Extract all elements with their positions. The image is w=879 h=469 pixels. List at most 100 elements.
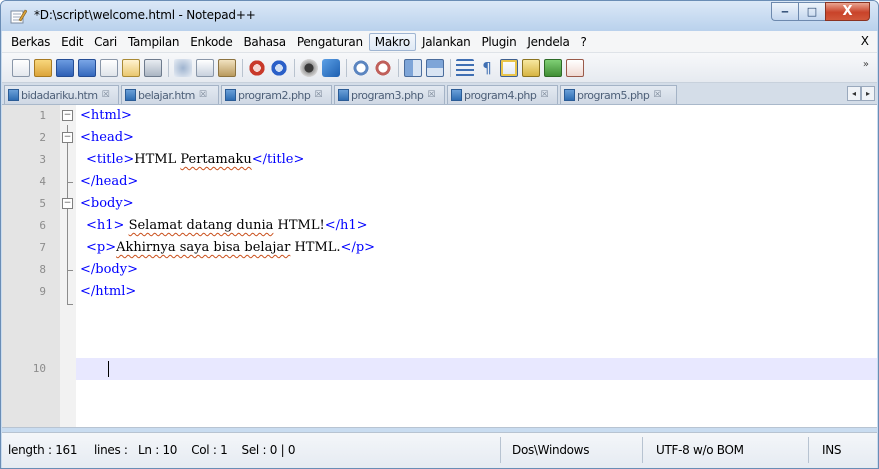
code-text: </html> (80, 284, 136, 299)
redo-icon[interactable] (270, 59, 288, 77)
line-number: 5 (39, 197, 46, 210)
indent-guide-icon[interactable] (500, 59, 518, 77)
menu-pengaturan[interactable]: Pengaturan (292, 34, 368, 50)
tab-program3[interactable]: program3.php ☒ (334, 85, 445, 104)
tab-close-icon[interactable]: ☒ (199, 90, 207, 100)
code-tag: </p> (340, 240, 376, 255)
save-all-icon[interactable] (78, 59, 96, 77)
function-list-icon[interactable] (566, 59, 584, 77)
sync-horizontal-icon[interactable] (426, 59, 444, 77)
status-bar: length : 161 lines : Ln : 10 Col : 1 Sel… (2, 432, 877, 468)
menu-cari[interactable]: Cari (89, 34, 122, 50)
line-number: 8 (39, 263, 46, 276)
paste-icon[interactable] (218, 59, 236, 77)
maximize-button[interactable]: □ (798, 2, 825, 21)
code-content: HTML. (290, 240, 341, 255)
tab-scroll-right-icon[interactable]: ▸ (861, 86, 875, 101)
minimize-icon: ‒ (781, 5, 789, 18)
close-all-icon[interactable] (122, 59, 140, 77)
toolbar-separator (168, 59, 169, 77)
title-bar[interactable]: *D:\script\welcome.html - Notepad++ ‒ □ … (1, 1, 878, 31)
code-tag: </head> (80, 174, 139, 189)
doc-map-icon[interactable] (544, 59, 562, 77)
menu-bahasa[interactable]: Bahasa (238, 34, 290, 50)
tab-program2[interactable]: program2.php ☒ (221, 85, 332, 104)
code-line: 9 </html> (2, 281, 877, 303)
menu-enkode[interactable]: Enkode (185, 34, 237, 50)
tab-close-icon[interactable]: ☒ (653, 90, 661, 100)
find-icon[interactable] (300, 59, 318, 77)
code-text: <head> (80, 130, 134, 145)
tab-bidadariku[interactable]: bidadariku.htm ☒ (4, 85, 119, 104)
save-icon[interactable] (56, 59, 74, 77)
status-separator (500, 437, 501, 463)
code-line: 10 (2, 358, 877, 380)
close-button[interactable]: X (825, 2, 870, 21)
menu-bar: Berkas Edit Cari Tampilan Enkode Bahasa … (2, 31, 877, 53)
tab-program4[interactable]: program4.php ☒ (447, 85, 558, 104)
print-icon[interactable] (144, 59, 162, 77)
document-tab-bar: bidadariku.htm ☒ belajar.htm ☒ program2.… (2, 83, 877, 105)
menu-jalankan[interactable]: Jalankan (417, 34, 475, 50)
code-text: <h1> Selamat datang dunia HTML!</h1> (86, 218, 368, 233)
line-number: 9 (39, 285, 46, 298)
tab-program5[interactable]: program5.php ☒ (560, 85, 677, 104)
tab-label: program4.php (464, 88, 537, 102)
user-language-icon[interactable] (522, 59, 540, 77)
fold-minus-icon[interactable]: − (62, 132, 73, 143)
code-tag: <html> (80, 108, 132, 123)
code-line: 3 <title>HTML Pertamaku</title> (2, 149, 877, 171)
menu-edit[interactable]: Edit (56, 34, 88, 50)
code-line: 6 <h1> Selamat datang dunia HTML!</h1> (2, 215, 877, 237)
replace-icon[interactable] (322, 59, 340, 77)
zoom-in-icon[interactable] (352, 59, 370, 77)
code-tag: </h1> (324, 218, 368, 233)
close-icon[interactable] (100, 59, 118, 77)
code-tag: <body> (80, 196, 134, 211)
copy-icon[interactable] (196, 59, 214, 77)
line-number: 1 (39, 109, 46, 122)
tab-scroll-left-icon[interactable]: ◂ (847, 86, 861, 101)
close-document-button[interactable]: X (861, 34, 869, 48)
menu-jendela[interactable]: Jendela (522, 34, 574, 50)
maximize-icon: □ (806, 5, 818, 18)
fold-minus-icon[interactable]: − (62, 198, 73, 209)
code-editor[interactable]: 1 − <html> 2 − <head> 3 <title>HTML Pert… (2, 105, 877, 428)
toolbar: ¶ » (2, 53, 877, 83)
tab-close-icon[interactable]: ☒ (102, 90, 110, 100)
new-file-icon[interactable] (12, 59, 30, 77)
menu-makro[interactable]: Makro (368, 32, 416, 51)
cut-icon[interactable] (174, 59, 192, 77)
show-all-chars-icon[interactable]: ¶ (478, 59, 496, 77)
menu-help[interactable]: ? (576, 34, 592, 50)
menu-tampilan[interactable]: Tampilan (123, 34, 184, 50)
minimize-button[interactable]: ‒ (771, 2, 798, 21)
tab-belajar[interactable]: belajar.htm ☒ (121, 85, 219, 104)
file-icon (564, 89, 575, 101)
status-length: length : 161 (8, 443, 78, 457)
file-icon (125, 89, 136, 101)
file-icon (8, 89, 19, 101)
code-tag: </body> (80, 262, 138, 277)
tab-scroll-controls: ◂ ▸ (847, 86, 875, 101)
code-content-misspelled: Akhirnya saya bisa belajar (116, 240, 291, 255)
tab-label: belajar.htm (138, 88, 195, 102)
line-number: 2 (39, 131, 46, 144)
undo-icon[interactable] (248, 59, 266, 77)
open-file-icon[interactable] (34, 59, 52, 77)
tab-close-icon[interactable]: ☒ (314, 90, 322, 100)
tab-close-icon[interactable]: ☒ (540, 90, 548, 100)
menu-plugin[interactable]: Plugin (476, 34, 521, 50)
toolbar-separator (398, 59, 399, 77)
toolbar-overflow-icon[interactable]: » (863, 59, 869, 70)
word-wrap-icon[interactable] (456, 59, 474, 77)
fold-minus-icon[interactable]: − (62, 110, 73, 121)
tab-close-icon[interactable]: ☒ (427, 90, 435, 100)
menu-berkas[interactable]: Berkas (6, 34, 55, 50)
code-text: <p>Akhirnya saya bisa belajar HTML.</p> (86, 240, 375, 255)
sync-vertical-icon[interactable] (404, 59, 422, 77)
tab-label: program2.php (238, 88, 311, 102)
toolbar-separator (346, 59, 347, 77)
zoom-out-icon[interactable] (374, 59, 392, 77)
close-icon: X (842, 4, 853, 19)
